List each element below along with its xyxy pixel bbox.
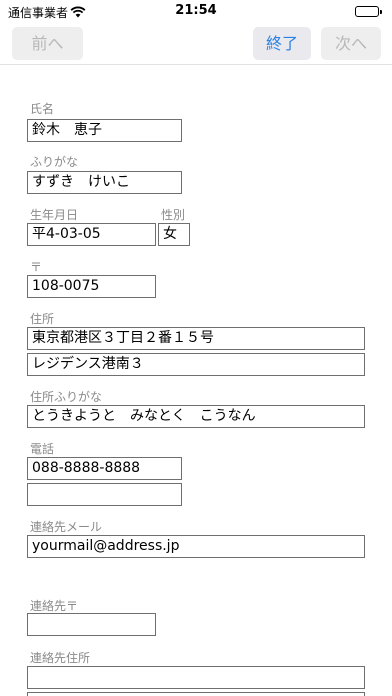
contact-postal-field[interactable]	[27, 613, 156, 636]
address-label: 住所	[30, 312, 55, 326]
address-kana-field[interactable]: とうきようと みなとく こうなん	[27, 405, 365, 428]
address-line1-field[interactable]: 東京都港区３丁目２番１５号	[27, 327, 365, 350]
contact-address-label: 連絡先住所	[30, 651, 91, 665]
phone-label: 電話	[30, 442, 55, 456]
done-button[interactable]: 終了	[253, 27, 311, 60]
gender-label: 性別	[161, 208, 186, 222]
phone1-field[interactable]: 088-8888-8888	[27, 457, 182, 480]
birthdate-label: 生年月日	[30, 208, 79, 222]
phone2-field[interactable]	[27, 483, 182, 506]
postal-label: 〒	[30, 260, 43, 274]
contact-address-line2-field[interactable]	[27, 692, 365, 696]
name-field[interactable]: 鈴木 恵子	[27, 119, 182, 142]
toolbar: 前へ 終了 次へ	[0, 24, 392, 65]
address-line2-field[interactable]: レジデンス港南３	[27, 353, 365, 376]
battery-icon	[355, 6, 382, 17]
contact-email-field[interactable]: yourmail@address.jp	[27, 535, 365, 558]
furigana-label: ふりがな	[30, 155, 79, 169]
contact-email-label: 連絡先メール	[30, 520, 103, 534]
next-button[interactable]: 次へ	[321, 27, 381, 60]
gender-field[interactable]: 女	[158, 223, 190, 246]
contact-address-field[interactable]	[27, 666, 365, 689]
name-label: 氏名	[30, 102, 55, 116]
furigana-field[interactable]: すずき けいこ	[27, 171, 182, 194]
status-bar: 通信事業者 21:54	[0, 0, 392, 24]
contact-postal-label: 連絡先〒	[30, 599, 79, 613]
status-time: 21:54	[175, 3, 217, 18]
postal-field[interactable]: 108-0075	[27, 275, 156, 298]
prev-button[interactable]: 前へ	[12, 27, 83, 60]
address-kana-label: 住所ふりがな	[30, 390, 103, 404]
birthdate-field[interactable]: 平4-03-05	[27, 223, 156, 246]
